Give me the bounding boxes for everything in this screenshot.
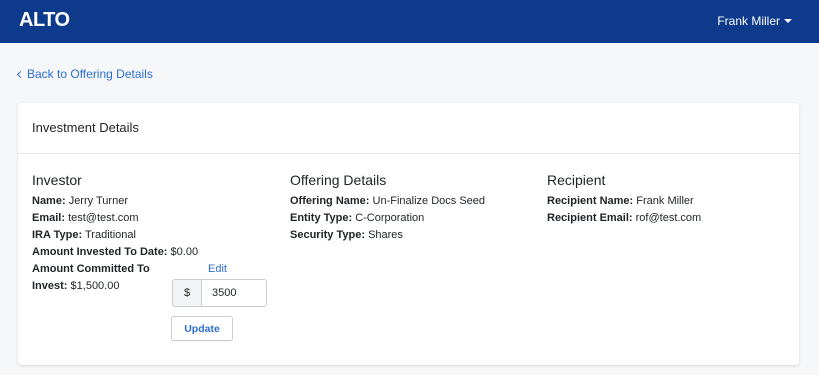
recipient-name-label: Recipient Name: [547,195,634,207]
chevron-left-icon [16,70,25,79]
recipient-heading: Recipient [547,172,606,188]
amount-committed-label-line2: Invest: [32,280,68,292]
investor-name-value: Jerry Turner [68,195,128,207]
investor-name-label: Name: [32,195,66,207]
offering-name-label: Offering Name: [290,195,370,207]
investment-details-card: Investment Details Investor Name: Jerry … [18,103,799,365]
back-link-label: Back to Offering Details [27,67,153,81]
recipient-section: Recipient Recipient Name: Frank Miller R… [547,172,797,227]
user-menu-toggle[interactable]: Frank Miller [717,14,792,28]
card-title: Investment Details [32,120,139,135]
security-type-value: Shares [368,229,403,241]
security-type-label: Security Type: [290,229,365,241]
investor-heading: Investor [32,172,82,188]
offering-name-row: Offering Name: Un-Finalize Docs Seed [290,193,540,210]
amount-committed-value: $1,500.00 [70,280,120,292]
currency-addon: $ [172,279,201,307]
card-header: Investment Details [18,103,799,154]
ira-type-value: Traditional [84,229,136,241]
amount-committed-label-line1: Amount Committed To [32,263,150,275]
recipient-email-label: Recipient Email: [547,212,633,224]
investor-name-row: Name: Jerry Turner [32,193,282,210]
ira-type-label: IRA Type: [32,229,83,241]
amount-invested-value: $0.00 [170,246,199,258]
recipient-name-row: Recipient Name: Frank Miller [547,193,797,210]
commitment-amount-input[interactable] [201,279,267,307]
investor-email-label: Email: [32,212,66,224]
update-button[interactable]: Update [171,316,233,341]
amount-invested-label: Amount Invested To Date: [32,246,168,258]
recipient-email-value: rof@test.com [635,212,702,224]
entity-type-value: C-Corporation [355,212,425,224]
amount-committed-row-1: Amount Committed To [32,261,282,278]
offering-details-section: Offering Details Offering Name: Un-Final… [290,172,540,244]
user-name: Frank Miller [717,14,780,28]
commitment-amount-group: $ [172,279,267,307]
caret-down-icon [784,19,792,23]
entity-type-row: Entity Type: C-Corporation [290,210,540,227]
back-to-offering-link[interactable]: Back to Offering Details [16,67,153,81]
top-navbar: ALTO Frank Miller [0,0,819,43]
recipient-name-value: Frank Miller [636,195,694,207]
offering-heading: Offering Details [290,172,387,188]
offering-name-value: Un-Finalize Docs Seed [372,195,486,207]
security-type-row: Security Type: Shares [290,227,540,244]
investor-section: Investor Name: Jerry Turner Email: test@… [32,172,282,295]
entity-type-label: Entity Type: [290,212,353,224]
recipient-email-row: Recipient Email: rof@test.com [547,210,797,227]
investor-email-row: Email: test@test.com [32,210,282,227]
edit-commitment-link[interactable]: Edit [208,263,227,275]
brand-logo[interactable]: ALTO [19,9,70,32]
investor-email-value: test@test.com [68,212,139,224]
amount-invested-row: Amount Invested To Date: $0.00 [32,244,282,261]
ira-type-row: IRA Type: Traditional [32,227,282,244]
